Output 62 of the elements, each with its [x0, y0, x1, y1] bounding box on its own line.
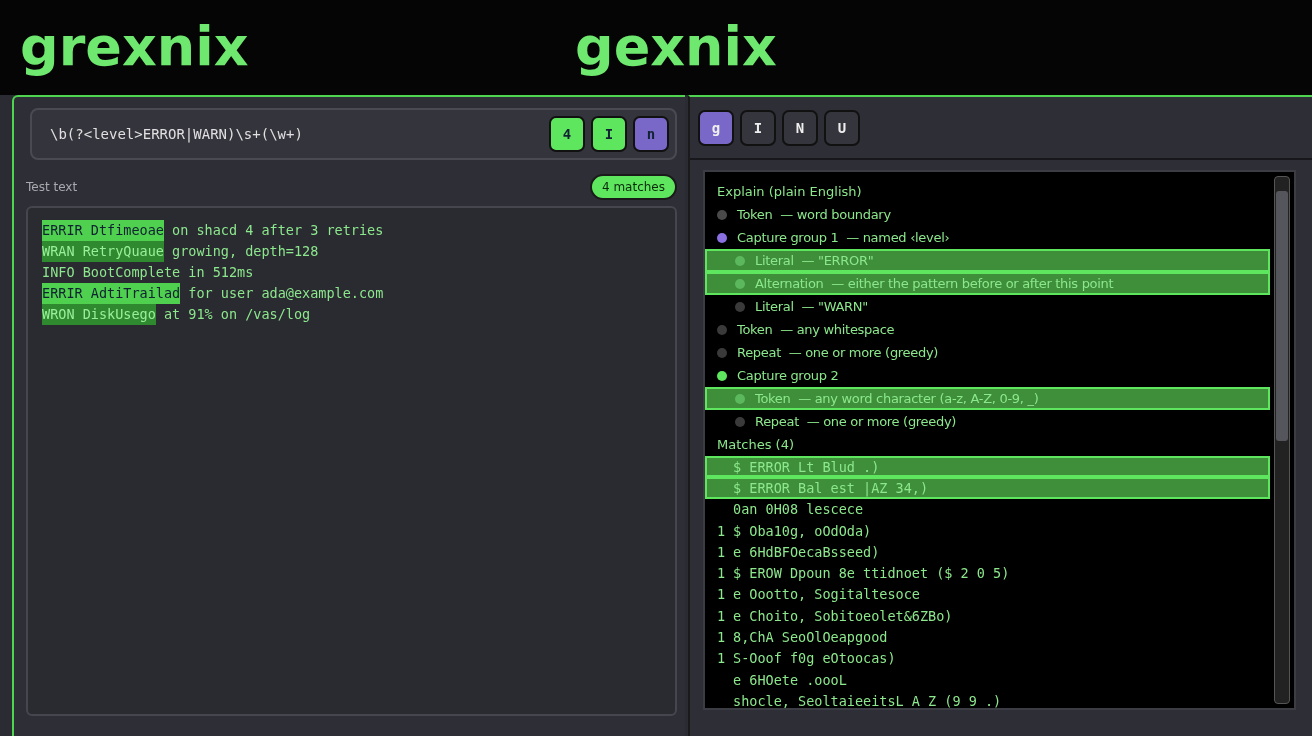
- flag-button[interactable]: n: [633, 116, 669, 152]
- log-text: INFO BootComplete in 512ms: [42, 263, 254, 282]
- gutter-mark: 1: [717, 522, 727, 539]
- match-text: shocle, SeoltaieeitsL A Z (9 9 .): [733, 692, 1002, 708]
- match-row[interactable]: 0an 0H08 lescece: [705, 498, 1270, 520]
- gutter-mark: 1: [717, 565, 727, 582]
- gutter-mark: 1: [717, 607, 727, 624]
- gutter-mark: 1: [717, 629, 727, 645]
- match-row[interactable]: 1 $ Oba10g, oOdOda): [705, 519, 1270, 542]
- flag-button[interactable]: N: [782, 110, 818, 146]
- explain-item[interactable]: Token — any whitespace: [705, 318, 1270, 341]
- match-highlight: ERRIR Dtfimeoae: [42, 220, 164, 241]
- flag-button[interactable]: g: [698, 110, 734, 146]
- log-text: for user ada@example.com: [187, 284, 384, 303]
- match-row[interactable]: 1 S-Ooof f0g eOtoocas): [705, 647, 1270, 669]
- match-text: $ Oba10g, oOdOda): [733, 522, 872, 539]
- match-text: 0an 0H08 lescece: [733, 501, 864, 518]
- flag-button[interactable]: I: [591, 116, 627, 152]
- match-count-badge: 4 matches: [589, 174, 677, 200]
- match-highlight: WRON DiskUsego: [42, 304, 156, 325]
- match-text: 8,ChA SeoOlOeapgood: [733, 629, 888, 645]
- app-title: grexnix: [20, 14, 250, 74]
- gutter-mark: 1: [717, 650, 727, 667]
- match-text: e 6HOete .oooL: [733, 671, 847, 688]
- flag-button[interactable]: U: [824, 110, 860, 146]
- log-text: at 91% on /vas/log: [162, 305, 311, 324]
- regex-field[interactable]: \b(?<level>ERROR|WARN)\s+(\w+): [50, 126, 543, 142]
- explain-item[interactable]: Token — word boundary: [705, 203, 1270, 226]
- gutter-mark: 1: [717, 586, 727, 603]
- gutter-mark: 1: [717, 543, 727, 560]
- match-text: e 6HdBFOecaBsseed): [733, 543, 880, 560]
- section-heading: Explain (plain English): [716, 183, 863, 201]
- scrollbar[interactable]: [1274, 176, 1290, 704]
- match-row[interactable]: shocle, SeoltaieeitsL A Z (9 9 .): [705, 690, 1270, 708]
- section-label: Test text: [26, 180, 78, 194]
- match-row[interactable]: 1 $ EROW Dpoun 8e ttidnoet ($ 2 0 5): [705, 562, 1270, 584]
- explain-item[interactable]: Repeat — one or more (greedy): [705, 410, 1270, 433]
- test-text-area[interactable]: ERRIR Dtfimeoae on shacd 4 after 3 retries WRAN RetryQuaue growing, depth=128 INFO BootComplete in 512ms ERRIR AdtiTrailad for user ada@example.com WRON DiskUsego at 91% on /vas/log: [26, 206, 677, 716]
- explain-item[interactable]: Capture group 1 — named ‹level›: [705, 226, 1270, 249]
- match-highlight: WRAN RetryQuaue: [42, 241, 164, 262]
- match-highlight: ERRIR AdtiTrailad: [42, 283, 181, 304]
- match-text: e Oootto, Sogitaltesoce: [733, 586, 920, 603]
- match-row[interactable]: 1 e Choito, Sobitoeolet&6ZBo): [705, 605, 1270, 627]
- explain-item[interactable]: Capture group 2: [705, 364, 1270, 387]
- log-text: growing, depth=128: [171, 242, 319, 261]
- match-row[interactable]: 1 e Oootto, Sogitaltesoce: [705, 583, 1270, 606]
- scroll-thumb[interactable]: [1276, 191, 1288, 441]
- match-text: $ EROW Dpoun 8e ttidnoet ($ 2 0 5): [733, 565, 1010, 582]
- match-text: $ ERROR Bal est |AZ 34,): [733, 479, 929, 496]
- section-heading: Matches (4): [716, 436, 795, 454]
- app-title: gexnix: [575, 14, 777, 74]
- log-text: on shacd 4 after 3 retries: [171, 221, 384, 240]
- match-row[interactable]: 1 e 6HdBFOecaBsseed): [705, 541, 1270, 563]
- match-text: $ ERROR Lt Blud .): [733, 458, 880, 475]
- match-text: e Choito, Sobitoeolet&6ZBo): [733, 607, 953, 624]
- flag-button[interactable]: 4: [549, 116, 585, 152]
- match-row[interactable]: e 6HOete .oooL: [705, 668, 1270, 691]
- match-text: S-Ooof f0g eOtoocas): [733, 650, 896, 667]
- flag-button[interactable]: I: [740, 110, 776, 146]
- explain-item[interactable]: Repeat — one or more (greedy): [705, 341, 1270, 364]
- match-row[interactable]: 1 8,ChA SeoOlOeapgood: [705, 626, 1270, 648]
- explain-item[interactable]: Literal — "WARN": [705, 295, 1270, 318]
